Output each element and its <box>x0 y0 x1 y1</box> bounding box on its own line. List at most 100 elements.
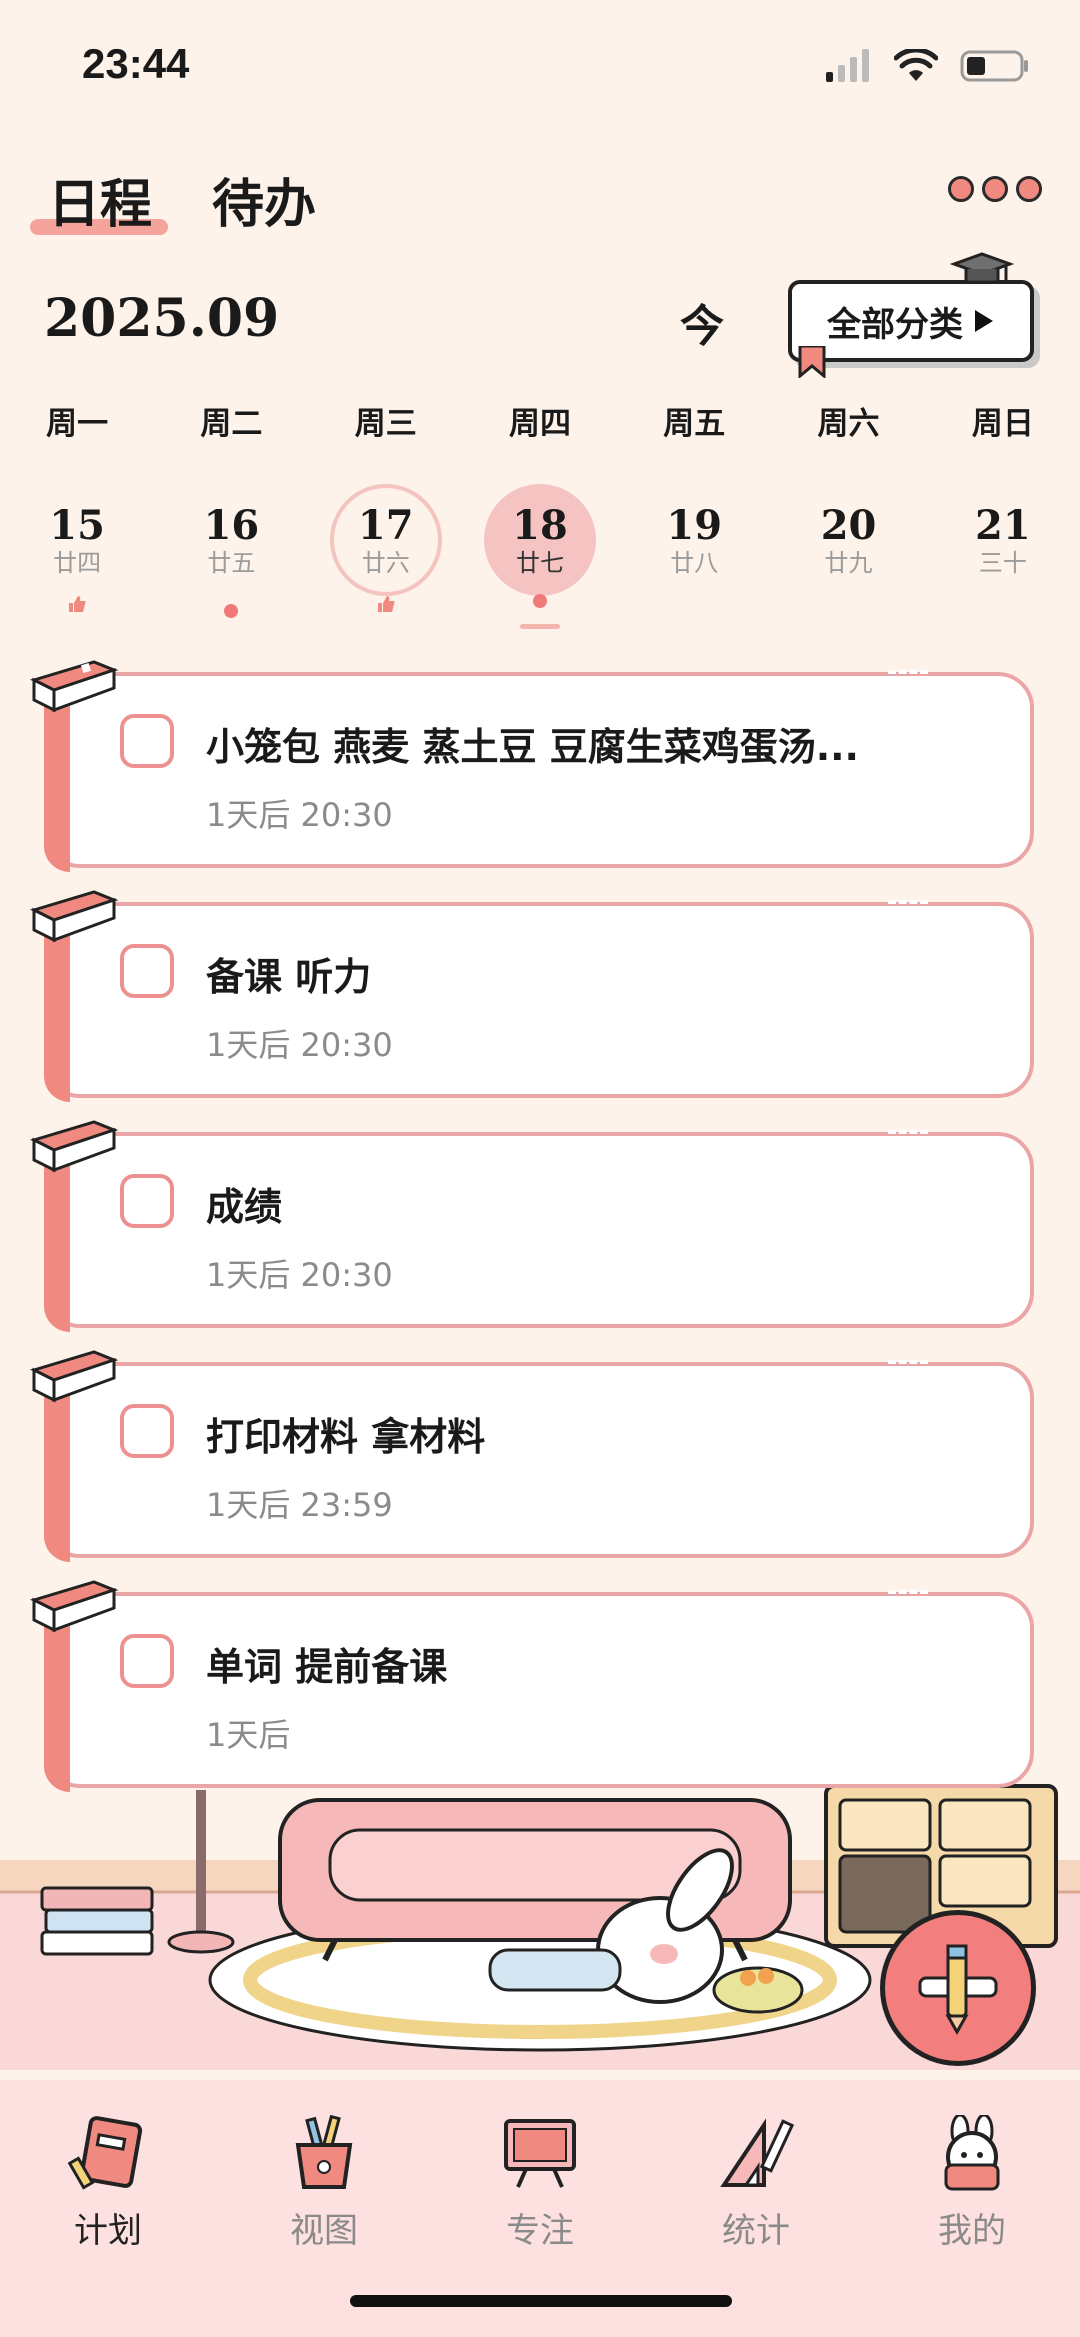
date-number: 21 <box>974 502 1031 549</box>
date-cell-selected[interactable]: 18 廿七 <box>463 484 617 608</box>
date-cell[interactable]: 15 廿四 <box>0 484 154 612</box>
date-number: 20 <box>820 502 877 549</box>
thumb-up-icon <box>376 595 396 618</box>
card-spine <box>44 926 70 1102</box>
status-time: 23:44 <box>82 40 190 87</box>
date-number: 16 <box>203 502 260 549</box>
nav-label: 计划 <box>74 2211 142 2251</box>
task-card[interactable]: 单词 提前备课 1天后 <box>29 1580 1034 1792</box>
bookmark-ribbon-icon <box>798 346 826 378</box>
nav-item-me[interactable]: 我的 <box>864 2115 1080 2252</box>
task-checkbox[interactable] <box>120 1404 174 1458</box>
task-card[interactable]: 备课 听力 1天后 20:30 <box>29 890 1034 1102</box>
thumb-up-icon <box>67 595 87 618</box>
weekday-row: 周一 周二 周三 周四 周五 周六 周日 <box>0 398 1080 443</box>
card-stitch <box>888 1590 928 1600</box>
weekday-label: 周四 <box>508 406 571 442</box>
nav-label: 专注 <box>506 2211 574 2251</box>
task-checkbox[interactable] <box>120 714 174 768</box>
task-due: 1天后 23:59 <box>206 1486 393 1524</box>
play-triangle-icon <box>975 310 993 332</box>
weekday-label: 周一 <box>46 406 109 442</box>
tab-todo[interactable]: 待办 <box>212 162 316 237</box>
nav-item-stats[interactable]: 统计 <box>648 2115 864 2252</box>
task-due: 1天后 <box>206 1716 291 1754</box>
lunar-date: 廿六 <box>361 549 410 577</box>
task-title: 成绩 <box>206 1185 283 1229</box>
task-due: 1天后 20:30 <box>206 1026 393 1064</box>
more-dot-icon <box>982 176 1008 202</box>
lunar-date: 廿八 <box>670 549 719 577</box>
lunar-date: 廿五 <box>207 549 256 577</box>
nav-item-plan[interactable]: 计划 <box>0 2115 216 2252</box>
card-stitch <box>888 1360 928 1370</box>
date-cell[interactable]: 20 廿九 <box>771 484 925 600</box>
card-spine <box>44 1616 70 1792</box>
lunar-date: 三十 <box>978 549 1027 577</box>
today-button[interactable]: 今 <box>680 290 724 354</box>
book-icon <box>29 890 118 943</box>
book-icon <box>29 1120 118 1173</box>
task-title: 备课 听力 <box>206 955 372 999</box>
more-dot-icon <box>948 176 974 202</box>
date-number: 18 <box>512 502 568 549</box>
pencil-cup-icon <box>295 2115 353 2189</box>
task-checkbox[interactable] <box>120 944 174 998</box>
task-title: 打印材料 拿材料 <box>206 1415 486 1459</box>
book-icon <box>29 1350 118 1403</box>
nav-label: 视图 <box>290 2211 358 2251</box>
card-spine <box>44 1156 70 1332</box>
task-card[interactable]: 小笼包 燕麦 蒸土豆 豆腐生菜鸡蛋汤... 1天后 20:30 <box>29 660 1034 872</box>
date-cell[interactable]: 19 廿八 <box>617 484 771 600</box>
weekday-label: 周六 <box>817 406 880 442</box>
book-icon <box>29 660 118 713</box>
lunar-date: 廿九 <box>824 549 873 577</box>
date-cell[interactable]: 16 廿五 <box>154 484 308 618</box>
date-cell[interactable]: 21 三十 <box>926 484 1080 600</box>
task-due: 1天后 20:30 <box>206 1256 393 1294</box>
month-label[interactable]: 2025.09 <box>44 288 279 349</box>
header-tabs: 日程 待办 <box>30 162 316 237</box>
signal-icon <box>826 49 869 82</box>
date-row: 15 廿四 16 廿五 17 廿六 18 廿七 19 廿八 20 廿九 21 三… <box>0 484 1080 618</box>
event-dot-icon <box>224 604 239 618</box>
task-title: 小笼包 燕麦 蒸土豆 豆腐生菜鸡蛋汤... <box>206 725 859 769</box>
lunar-date: 廿四 <box>53 549 102 577</box>
nav-label: 我的 <box>938 2211 1006 2251</box>
date-number: 17 <box>357 502 414 549</box>
task-card[interactable]: 打印材料 拿材料 1天后 23:59 <box>29 1350 1034 1562</box>
more-dot-icon <box>1016 176 1042 202</box>
status-bar: 23:44 <box>0 0 1080 130</box>
tab-schedule[interactable]: 日程 <box>30 162 168 237</box>
task-checkbox[interactable] <box>120 1174 174 1228</box>
event-dot-icon <box>532 594 547 608</box>
home-indicator[interactable] <box>350 2295 732 2307</box>
date-number: 15 <box>49 502 105 549</box>
tab-schedule-label: 日程 <box>48 174 153 235</box>
chalkboard-icon <box>504 2119 576 2188</box>
card-stitch <box>888 670 928 680</box>
pencil-plus-icon <box>918 1944 998 2036</box>
week-selection-indicator <box>520 624 560 629</box>
weekday-label: 周二 <box>200 406 263 442</box>
card-spine <box>44 1386 70 1562</box>
bunny-avatar-icon <box>944 2115 1000 2191</box>
tab-todo-label: 待办 <box>212 174 317 235</box>
planner-book-icon <box>68 2116 143 2190</box>
card-stitch <box>888 900 928 910</box>
lunar-date: 廿七 <box>515 549 564 577</box>
weekday-label: 周日 <box>971 406 1034 442</box>
task-title: 单词 提前备课 <box>206 1645 448 1689</box>
wifi-icon <box>894 49 938 81</box>
date-cell-today[interactable]: 17 廿六 <box>309 484 463 612</box>
task-card[interactable]: 成绩 1天后 20:30 <box>29 1120 1034 1332</box>
nav-item-view[interactable]: 视图 <box>216 2115 432 2252</box>
card-stitch <box>888 1130 928 1140</box>
card-spine <box>44 696 70 872</box>
task-due: 1天后 20:30 <box>206 796 393 834</box>
nav-item-focus[interactable]: 专注 <box>432 2115 648 2252</box>
more-options-button[interactable] <box>948 176 1042 202</box>
ruler-triangle-icon <box>720 2118 795 2187</box>
task-checkbox[interactable] <box>120 1634 174 1688</box>
add-task-button[interactable] <box>880 1910 1036 2066</box>
